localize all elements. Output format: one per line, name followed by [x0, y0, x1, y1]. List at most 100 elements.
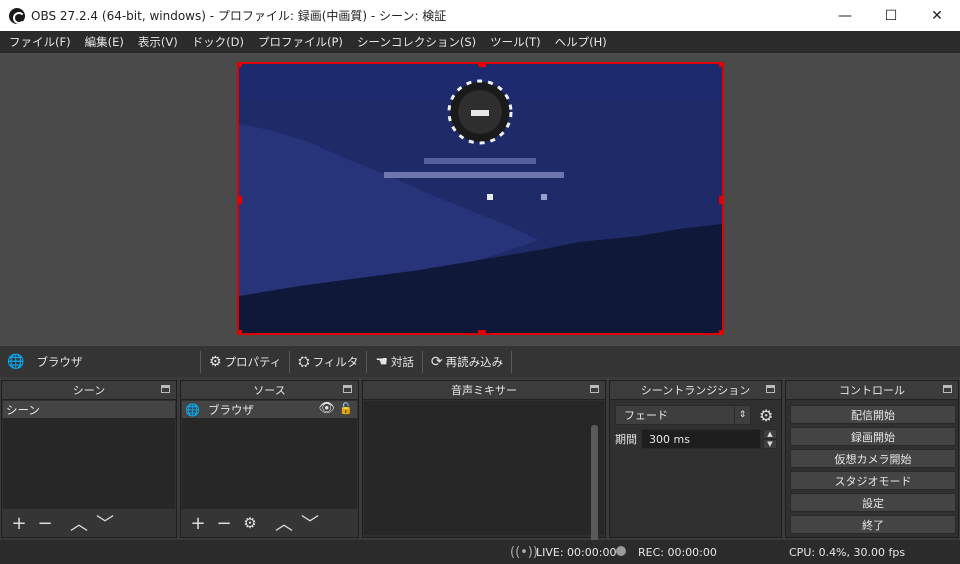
start-recording-button[interactable]: 録画開始	[790, 427, 956, 446]
transition-select[interactable]: フェード ⇕	[615, 405, 751, 425]
sources-toolbar: + − ⚙ ︿ ﹀	[181, 509, 358, 537]
status-bar: ((•)) LIVE: 00:00:00 REC: 00:00:00 CPU: …	[0, 540, 960, 564]
gear-icon: ⚙	[209, 353, 222, 370]
source-properties-gear-icon[interactable]: ⚙	[239, 512, 261, 534]
studio-mode-button[interactable]: スタジオモード	[790, 471, 956, 490]
menu-tools[interactable]: ツール(T)	[485, 34, 546, 50]
resize-handle-n[interactable]	[478, 64, 486, 67]
controls-dock-title: コントロール	[839, 384, 905, 397]
duration-input[interactable]: 300 ms	[641, 429, 761, 449]
exit-button[interactable]: 終了	[790, 515, 956, 534]
scenes-dock-title: シーン	[72, 384, 106, 397]
mixer-list	[364, 401, 604, 553]
mixer-dock-title: 音声ミキサー	[451, 384, 517, 397]
refresh-icon: ⟳	[430, 353, 443, 370]
scenes-list: シーン	[3, 401, 175, 509]
filters-label: フィルタ	[312, 354, 359, 369]
add-source-button[interactable]: +	[187, 512, 209, 534]
source-toolbar: 🌐 ブラウザ ⚙ プロパティ ⛭ フィルタ ☚ 対話 ⟳ 再読み込み	[0, 346, 960, 377]
sources-dock-header: ソース	[181, 381, 358, 400]
title-bar: OBS 27.2.4 (64-bit, windows) - プロファイル: 録…	[0, 0, 960, 31]
move-scene-up-button[interactable]: ︿	[68, 512, 90, 535]
scene-item[interactable]: シーン	[3, 401, 175, 418]
sources-dock-title: ソース	[253, 384, 286, 397]
menu-profile[interactable]: プロファイル(P)	[253, 34, 348, 50]
move-scene-down-button[interactable]: ﹀	[94, 512, 116, 535]
menu-view[interactable]: 表示(V)	[133, 34, 183, 50]
toolbar-divider	[511, 350, 513, 373]
chevron-updown-icon: ⇕	[734, 406, 750, 424]
close-button[interactable]: ✕	[914, 0, 960, 31]
scenes-toolbar: + − ︿ ﹀	[2, 509, 176, 537]
scenes-dock: シーン シーン + − ︿ ﹀	[1, 380, 177, 538]
resize-handle-sw[interactable]	[239, 330, 242, 333]
menu-scene-collection[interactable]: シーンコレクション(S)	[352, 34, 481, 50]
interact-label: 対話	[390, 354, 414, 369]
filters-button[interactable]: ⛭ フィルタ	[289, 350, 366, 373]
move-source-up-button[interactable]: ︿	[273, 512, 295, 535]
transitions-dock-header: シーントランジション	[610, 381, 781, 400]
interact-button[interactable]: ☚ 対話	[366, 350, 422, 373]
remove-scene-button[interactable]: −	[34, 512, 56, 534]
resize-handle-w[interactable]	[239, 196, 242, 204]
selected-source-label: ブラウザ	[36, 354, 83, 369]
resize-handle-ne[interactable]	[719, 64, 722, 67]
transition-settings-gear-icon[interactable]: ⚙	[759, 406, 773, 425]
preview-canvas[interactable]	[237, 62, 724, 335]
duration-label: 期間	[615, 433, 637, 446]
live-status: LIVE: 00:00:00	[536, 545, 617, 559]
undock-icon[interactable]	[590, 385, 599, 393]
filter-icon: ⛭	[298, 353, 310, 370]
controls-dock-header: コントロール	[786, 381, 958, 400]
undock-icon[interactable]	[943, 385, 952, 393]
sources-dock: ソース 🌐 ブラウザ 👁 🔓 + − ⚙ ︿ ﹀	[180, 380, 359, 538]
mixer-dock-header: 音声ミキサー	[363, 381, 605, 400]
undock-icon[interactable]	[161, 385, 170, 393]
duration-decrement-button[interactable]: ▼	[763, 439, 777, 449]
menu-docks[interactable]: ドック(D)	[187, 34, 249, 50]
settings-button[interactable]: 設定	[790, 493, 956, 512]
menu-file[interactable]: ファイル(F)	[4, 34, 76, 50]
hand-icon: ☚	[375, 353, 388, 370]
source-item-label: ブラウザ	[207, 402, 254, 417]
start-streaming-button[interactable]: 配信開始	[790, 405, 956, 424]
add-scene-button[interactable]: +	[8, 512, 30, 534]
mixer-scrollbar[interactable]	[591, 425, 598, 553]
cpu-status: CPU: 0.4%, 30.00 fps	[789, 545, 906, 559]
live-broadcast-icon: ((•))	[510, 544, 538, 560]
resize-handle-se[interactable]	[719, 330, 722, 333]
refresh-label: 再読み込み	[445, 354, 504, 369]
rec-status: REC: 00:00:00	[638, 545, 717, 559]
properties-button[interactable]: ⚙ プロパティ	[200, 350, 289, 373]
scenes-dock-header: シーン	[2, 381, 176, 400]
menu-edit[interactable]: 編集(E)	[80, 34, 129, 50]
preview-image	[239, 64, 722, 333]
start-virtual-camera-button[interactable]: 仮想カメラ開始	[790, 449, 956, 468]
resize-handle-e[interactable]	[719, 196, 722, 204]
globe-icon: 🌐	[185, 402, 200, 417]
remove-source-button[interactable]: −	[213, 512, 235, 534]
duration-increment-button[interactable]: ▲	[763, 429, 777, 439]
source-item[interactable]: 🌐 ブラウザ 👁 🔓	[182, 401, 357, 418]
undock-icon[interactable]	[343, 385, 352, 393]
globe-icon: 🌐	[7, 353, 25, 370]
obs-logo-icon	[9, 7, 25, 24]
controls-dock: コントロール 配信開始 録画開始 仮想カメラ開始 スタジオモード 設定 終了	[785, 380, 959, 538]
rec-dot-icon	[616, 546, 626, 556]
preview-area	[0, 53, 960, 346]
resize-handle-nw[interactable]	[239, 64, 242, 67]
refresh-button[interactable]: ⟳ 再読み込み	[421, 350, 511, 373]
menu-help[interactable]: ヘルプ(H)	[550, 34, 612, 50]
resize-handle-s[interactable]	[478, 330, 486, 333]
move-source-down-button[interactable]: ﹀	[299, 512, 321, 535]
scene-transitions-dock: シーントランジション フェード ⇕ ⚙ 期間 300 ms ▲ ▼	[609, 380, 782, 538]
properties-label: プロパティ	[224, 354, 282, 369]
sources-list: 🌐 ブラウザ 👁 🔓	[182, 401, 357, 509]
lock-icon[interactable]: 🔓	[339, 402, 353, 415]
window-title: OBS 27.2.4 (64-bit, windows) - プロファイル: 録…	[31, 9, 447, 23]
transitions-dock-title: シーントランジション	[640, 384, 751, 397]
maximize-button[interactable]: ☐	[868, 0, 914, 31]
eye-icon[interactable]: 👁	[318, 401, 335, 416]
minimize-button[interactable]: —	[822, 0, 868, 31]
undock-icon[interactable]	[766, 385, 775, 393]
